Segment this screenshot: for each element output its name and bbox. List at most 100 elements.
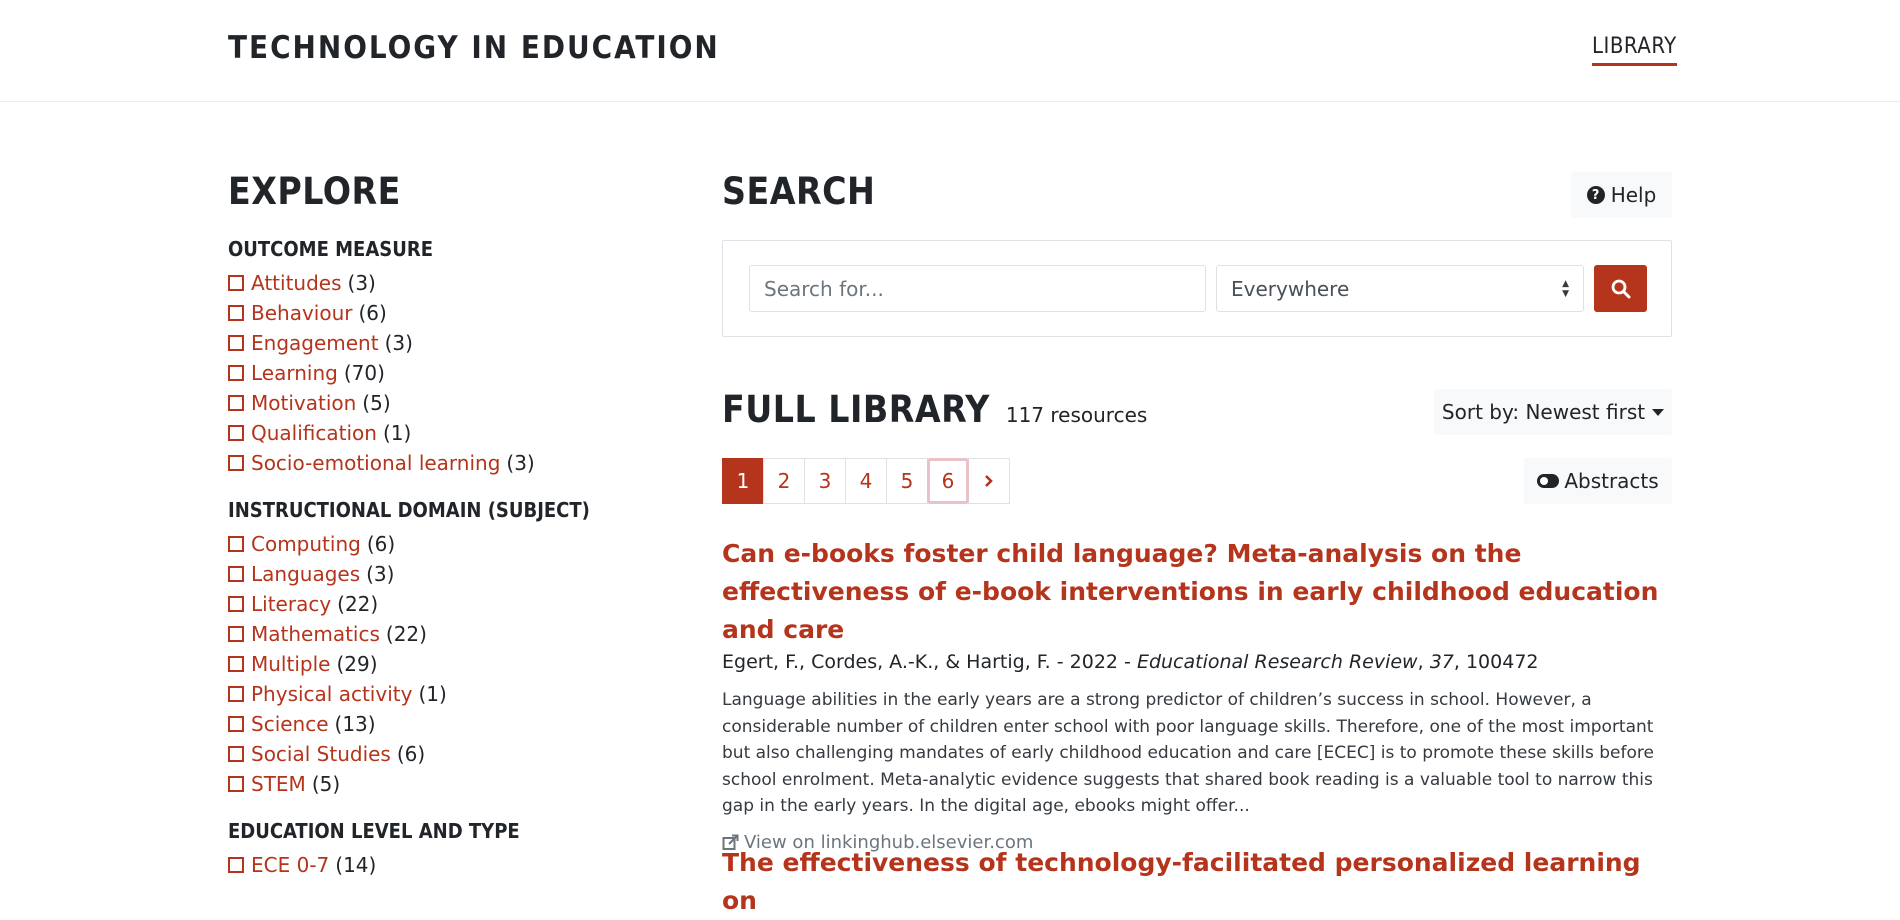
search-scope-select[interactable]: Everywhere ▲ ▼ xyxy=(1216,265,1584,312)
help-button[interactable]: ? Help xyxy=(1571,172,1672,218)
facet-count: (14) xyxy=(335,853,377,877)
facet-label[interactable]: Social Studies xyxy=(251,742,391,766)
checkbox[interactable] xyxy=(228,455,244,471)
abstracts-toggle[interactable]: Abstracts xyxy=(1524,458,1672,504)
facet-label[interactable]: Multiple xyxy=(251,652,330,676)
select-arrows-icon: ▲ ▼ xyxy=(1562,279,1569,299)
facet-label[interactable]: STEM xyxy=(251,772,306,796)
facet-item[interactable]: Social Studies (6) xyxy=(228,739,688,769)
facet-item[interactable]: Science (13) xyxy=(228,709,688,739)
facet-item[interactable]: Physical activity (1) xyxy=(228,679,688,709)
checkbox[interactable] xyxy=(228,536,244,552)
facet-count: (3) xyxy=(347,271,376,295)
facet-item[interactable]: ECE 0-7 (14) xyxy=(228,850,688,880)
checkbox[interactable] xyxy=(228,656,244,672)
facet-count: (29) xyxy=(336,652,378,676)
checkbox[interactable] xyxy=(228,746,244,762)
facet-count: (6) xyxy=(396,742,426,766)
sort-label: Sort by: Newest first xyxy=(1441,400,1646,424)
search-title: SEARCH xyxy=(722,170,876,213)
facet-item[interactable]: Literacy (22) xyxy=(228,589,688,619)
citation-sep: , xyxy=(1417,651,1430,673)
checkbox[interactable] xyxy=(228,566,244,582)
facet-label[interactable]: Qualification xyxy=(251,421,377,445)
facet-label[interactable]: Physical activity xyxy=(251,682,412,706)
checkbox[interactable] xyxy=(228,335,244,351)
checkbox[interactable] xyxy=(228,716,244,732)
facet-count: (70) xyxy=(343,361,385,385)
facet-label[interactable]: Motivation xyxy=(251,391,356,415)
facet-label[interactable]: ECE 0-7 xyxy=(251,853,329,877)
facet-count: (5) xyxy=(362,391,391,415)
facet-item[interactable]: Socio-emotional learning (3) xyxy=(228,448,688,478)
checkbox[interactable] xyxy=(228,275,244,291)
citation-authors: Egert, F., Cordes, A.-K., & Hartig, F. -… xyxy=(722,651,1137,673)
facet-item[interactable]: Qualification (1) xyxy=(228,418,688,448)
page-3[interactable]: 3 xyxy=(804,458,846,504)
facet-label[interactable]: Behaviour xyxy=(251,301,352,325)
facet-item[interactable]: Engagement (3) xyxy=(228,328,688,358)
facet-label[interactable]: Science xyxy=(251,712,329,736)
facet-label[interactable]: Socio-emotional learning xyxy=(251,451,500,475)
facet-item[interactable]: STEM (5) xyxy=(228,769,688,799)
result-title[interactable]: Can e-books foster child language? Meta-… xyxy=(722,535,1672,649)
checkbox[interactable] xyxy=(228,596,244,612)
facet-item[interactable]: Attitudes (3) xyxy=(228,268,688,298)
page-4[interactable]: 4 xyxy=(845,458,887,504)
result-title[interactable]: The effectiveness of technology-facilita… xyxy=(722,844,1672,920)
page-1[interactable]: 1 xyxy=(722,458,764,504)
pagination: 1 2 3 4 5 6 xyxy=(722,458,1010,504)
facet-count: (22) xyxy=(337,592,379,616)
facet-item[interactable]: Motivation (5) xyxy=(228,388,688,418)
facet-count: (1) xyxy=(418,682,447,706)
facet-item[interactable]: Behaviour (6) xyxy=(228,298,688,328)
checkbox[interactable] xyxy=(228,395,244,411)
checkbox[interactable] xyxy=(228,365,244,381)
result-item: Can e-books foster child language? Meta-… xyxy=(722,535,1672,853)
facet-item[interactable]: Learning (70) xyxy=(228,358,688,388)
result-citation: Egert, F., Cordes, A.-K., & Hartig, F. -… xyxy=(722,651,1672,673)
page-6[interactable]: 6 xyxy=(927,458,969,504)
checkbox[interactable] xyxy=(228,857,244,873)
facet-instructional-domain: INSTRUCTIONAL DOMAIN (SUBJECT) Computing… xyxy=(228,498,688,799)
checkbox[interactable] xyxy=(228,425,244,441)
facet-label[interactable]: Attitudes xyxy=(251,271,342,295)
facet-item[interactable]: Mathematics (22) xyxy=(228,619,688,649)
facet-label[interactable]: Engagement xyxy=(251,331,379,355)
facet-label[interactable]: Computing xyxy=(251,532,361,556)
result-item: The effectiveness of technology-facilita… xyxy=(722,844,1672,920)
citation-volume: 37 xyxy=(1429,651,1454,673)
facet-title: OUTCOME MEASURE xyxy=(228,237,433,261)
checkbox[interactable] xyxy=(228,776,244,792)
nav-library-link[interactable]: LIBRARY xyxy=(1592,34,1677,66)
facet-label[interactable]: Languages xyxy=(251,562,360,586)
chevron-right-icon xyxy=(985,475,993,487)
library-header: FULL LIBRARY 117 resources xyxy=(722,388,1147,431)
facet-item[interactable]: Multiple (29) xyxy=(228,649,688,679)
main-content: SEARCH ? Help Everywhere ▲▼ FULL LIBRARY… xyxy=(722,170,1672,915)
checkbox[interactable] xyxy=(228,305,244,321)
facet-education-level: EDUCATION LEVEL AND TYPE ECE 0-7 (14) xyxy=(228,819,688,880)
facet-count: (13) xyxy=(334,712,376,736)
facet-item[interactable]: Languages (3) xyxy=(228,559,688,589)
page-2[interactable]: 2 xyxy=(763,458,805,504)
site-brand[interactable]: TECHNOLOGY IN EDUCATION xyxy=(228,30,720,66)
search-button[interactable] xyxy=(1594,265,1647,312)
sort-dropdown[interactable]: Sort by: Newest first xyxy=(1434,389,1672,435)
next-page-button[interactable] xyxy=(968,458,1010,504)
facet-count: (5) xyxy=(311,772,341,796)
facet-label[interactable]: Literacy xyxy=(251,592,331,616)
facet-label[interactable]: Mathematics xyxy=(251,622,380,646)
citation-article: , 100472 xyxy=(1453,651,1539,673)
page-5[interactable]: 5 xyxy=(886,458,928,504)
checkbox[interactable] xyxy=(228,626,244,642)
facet-item[interactable]: Computing (6) xyxy=(228,529,688,559)
facet-label[interactable]: Learning xyxy=(251,361,338,385)
facet-outcome-measure: OUTCOME MEASURE Attitudes (3) Behaviour (6… xyxy=(228,237,688,478)
facet-count: (1) xyxy=(382,421,412,445)
explore-title: EXPLORE xyxy=(228,170,401,213)
checkbox[interactable] xyxy=(228,686,244,702)
help-label: Help xyxy=(1610,183,1657,207)
facet-count: (3) xyxy=(384,331,413,355)
search-input[interactable] xyxy=(749,265,1206,312)
